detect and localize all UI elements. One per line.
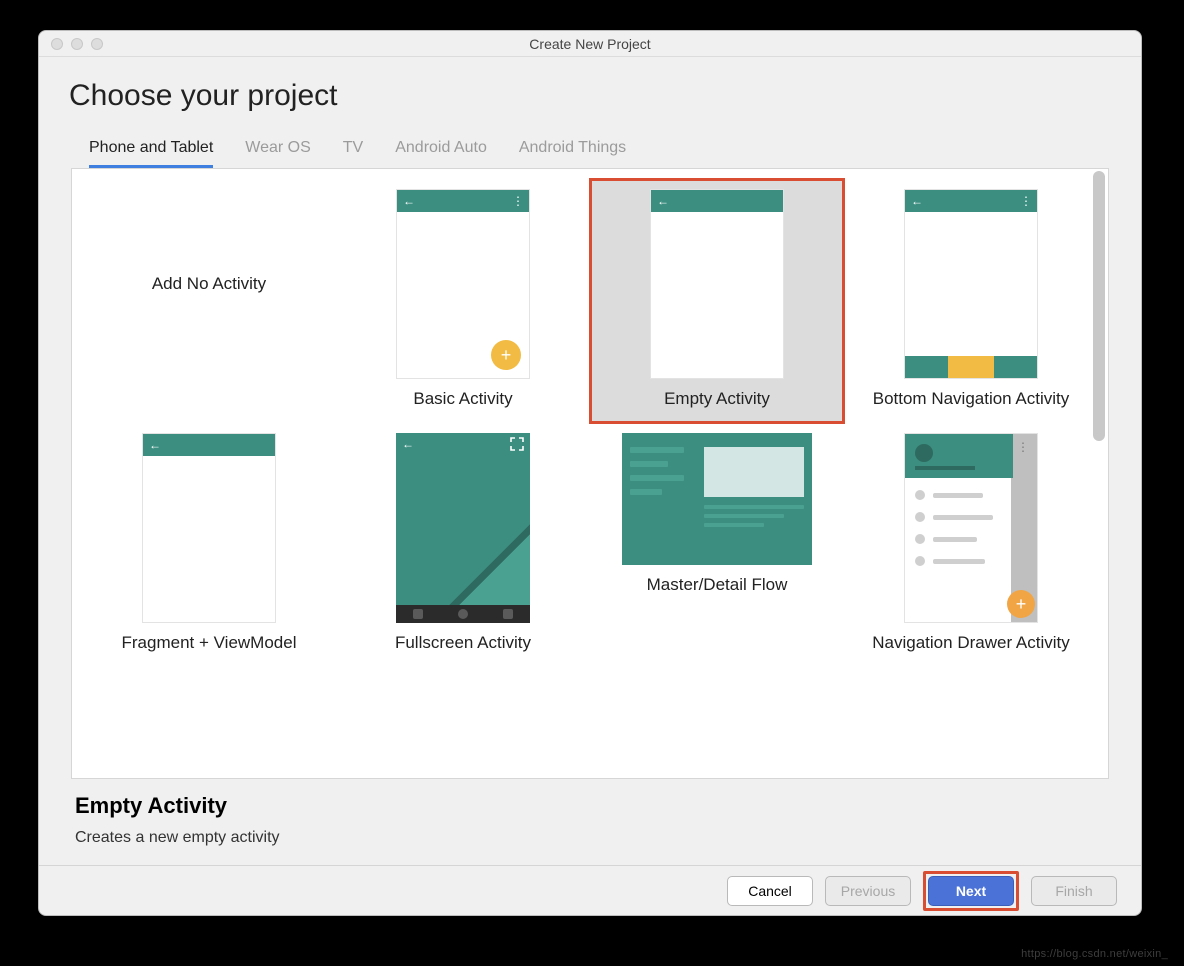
overflow-icon: ⋮: [1017, 440, 1029, 454]
finish-button[interactable]: Finish: [1031, 876, 1117, 906]
template-empty-activity[interactable]: ← Empty Activity: [590, 179, 844, 423]
wizard-footer: Cancel Previous Next Finish: [39, 865, 1141, 915]
template-navigation-drawer[interactable]: ⋮ + Navigation Drawer Activity: [844, 423, 1098, 667]
template-label: Basic Activity: [413, 389, 512, 409]
back-arrow-icon: ←: [911, 194, 923, 208]
close-icon[interactable]: [51, 38, 63, 50]
minimize-icon[interactable]: [71, 38, 83, 50]
fab-icon: +: [1007, 590, 1035, 618]
scrollbar[interactable]: [1093, 171, 1105, 441]
template-description: Empty Activity Creates a new empty activ…: [39, 779, 1141, 865]
window-controls: [51, 38, 103, 50]
fullscreen-icon: [510, 437, 524, 454]
template-label: Navigation Drawer Activity: [872, 633, 1069, 653]
template-label: Empty Activity: [664, 389, 770, 409]
tab-wear-os[interactable]: Wear OS: [245, 139, 311, 168]
tab-android-auto[interactable]: Android Auto: [395, 139, 487, 168]
watermark-text: https://blog.csdn.net/weixin_: [1021, 948, 1168, 960]
overflow-icon: ⋮: [1020, 194, 1031, 208]
template-label: Fullscreen Activity: [395, 633, 531, 653]
template-fragment-viewmodel[interactable]: ← Fragment + ViewModel: [82, 423, 336, 667]
overflow-icon: ⋮: [512, 194, 523, 208]
template-master-detail[interactable]: Master/Detail Flow: [590, 423, 844, 667]
template-add-no-activity[interactable]: Add No Activity .: [82, 179, 336, 423]
template-basic-activity[interactable]: ← ⋮ + Basic Activity: [336, 179, 590, 423]
zoom-icon[interactable]: [91, 38, 103, 50]
back-arrow-icon: ←: [402, 437, 414, 451]
template-label: Add No Activity: [152, 274, 266, 294]
back-arrow-icon: ←: [403, 194, 415, 208]
template-label: Fragment + ViewModel: [122, 633, 297, 653]
wizard-window: Create New Project Choose your project P…: [38, 30, 1142, 916]
navbar-icon: [396, 605, 530, 623]
template-fullscreen-activity[interactable]: ← Fullscreen Activity: [336, 423, 590, 667]
previous-button[interactable]: Previous: [825, 876, 911, 906]
tab-tv[interactable]: TV: [343, 139, 363, 168]
fab-icon: +: [491, 340, 521, 370]
back-arrow-icon: ←: [149, 438, 161, 452]
description-title: Empty Activity: [75, 793, 1105, 819]
template-bottom-navigation[interactable]: ← ⋮ Bottom Navigation Activity: [844, 179, 1098, 423]
template-label: Bottom Navigation Activity: [873, 389, 1070, 409]
template-label: Master/Detail Flow: [647, 575, 788, 595]
description-text: Creates a new empty activity: [75, 829, 1105, 847]
back-arrow-icon: ←: [657, 194, 669, 208]
window-title: Create New Project: [529, 36, 650, 52]
template-gallery: Add No Activity . ← ⋮ + Basic Activity: [71, 168, 1109, 779]
tab-phone-and-tablet[interactable]: Phone and Tablet: [89, 139, 213, 168]
page-header: Choose your project: [39, 57, 1141, 123]
cancel-button[interactable]: Cancel: [727, 876, 813, 906]
next-button-highlight: Next: [923, 871, 1019, 911]
titlebar: Create New Project: [39, 31, 1141, 57]
page-title: Choose your project: [69, 79, 1111, 113]
category-tabs: Phone and Tablet Wear OS TV Android Auto…: [39, 123, 1141, 168]
tab-android-things[interactable]: Android Things: [519, 139, 626, 168]
next-button[interactable]: Next: [928, 876, 1014, 906]
